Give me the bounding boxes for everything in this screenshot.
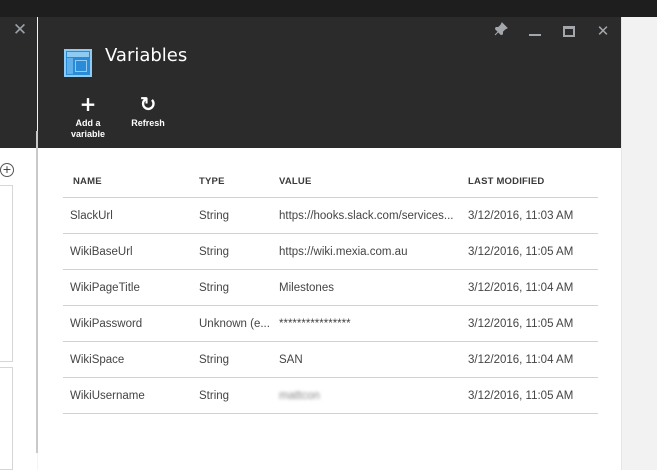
previous-blade-card <box>0 367 13 470</box>
variable-type: String <box>199 209 230 222</box>
variable-value: SAN <box>279 353 303 366</box>
add-variable-button[interactable]: + Add a variable <box>58 93 118 143</box>
refresh-button[interactable]: ↻ Refresh <box>118 93 178 143</box>
add-circle-icon[interactable]: + <box>0 163 14 177</box>
column-header-name[interactable]: NAME <box>63 176 199 187</box>
variable-last-modified: 3/12/2016, 11:04 AM <box>468 353 574 366</box>
right-margin-panel <box>621 17 657 470</box>
pin-icon[interactable] <box>491 22 511 40</box>
previous-blade-card <box>0 185 13 362</box>
refresh-label: Refresh <box>131 118 165 128</box>
table-row[interactable]: SlackUrl String https://hooks.slack.com/… <box>63 198 598 234</box>
blade-title: Variables <box>105 45 188 66</box>
variable-type: String <box>199 281 230 294</box>
close-icon[interactable]: ✕ <box>12 22 28 39</box>
table-row[interactable]: WikiBaseUrl String https://wiki.mexia.co… <box>63 234 598 270</box>
table-row[interactable]: WikiPassword Unknown (e... *************… <box>63 306 598 342</box>
variable-name: WikiPageTitle <box>70 281 140 294</box>
previous-blade-header: ✕ <box>0 17 37 148</box>
variable-type: Unknown (e... <box>199 317 270 330</box>
variables-icon <box>64 49 92 77</box>
variable-value: **************** <box>279 317 351 330</box>
variable-value: Milestones <box>279 281 334 294</box>
variable-last-modified: 3/12/2016, 11:05 AM <box>468 317 574 330</box>
variable-name: SlackUrl <box>70 209 113 222</box>
window-controls: ✕ <box>491 22 613 40</box>
column-header-type[interactable]: TYPE <box>199 176 279 187</box>
column-header-last-modified[interactable]: LAST MODIFIED <box>468 176 598 187</box>
table-header: NAME TYPE VALUE LAST MODIFIED <box>63 165 598 198</box>
command-bar: + Add a variable ↻ Refresh <box>38 93 178 143</box>
variable-last-modified: 3/12/2016, 11:05 AM <box>468 389 574 402</box>
variable-name: WikiSpace <box>70 353 125 366</box>
variable-name: WikiBaseUrl <box>70 245 133 258</box>
variable-name: WikiPassword <box>70 317 143 330</box>
previous-blade: ✕ + <box>0 17 37 470</box>
variables-table: NAME TYPE VALUE LAST MODIFIED SlackUrl S… <box>63 165 598 414</box>
variable-last-modified: 3/12/2016, 11:04 AM <box>468 281 574 294</box>
variable-value: https://wiki.mexia.com.au <box>279 245 408 258</box>
variable-type: String <box>199 353 230 366</box>
variable-value: mattcon <box>279 389 320 402</box>
variable-name: WikiUsername <box>70 389 145 402</box>
column-header-value[interactable]: VALUE <box>279 176 468 187</box>
variables-blade: ✕ Variables + Add a variable ↻ Refresh N… <box>38 17 621 470</box>
table-row[interactable]: WikiUsername String mattcon 3/12/2016, 1… <box>63 378 598 414</box>
variable-last-modified: 3/12/2016, 11:03 AM <box>468 209 574 222</box>
portal-top-bar <box>0 0 657 17</box>
variable-value: https://hooks.slack.com/services... <box>279 209 454 222</box>
maximize-icon[interactable] <box>559 22 579 40</box>
variable-type: String <box>199 389 230 402</box>
table-row[interactable]: WikiPageTitle String Milestones 3/12/201… <box>63 270 598 306</box>
plus-icon: + <box>79 92 97 116</box>
close-icon[interactable]: ✕ <box>593 22 613 40</box>
refresh-icon: ↻ <box>139 92 157 116</box>
variable-last-modified: 3/12/2016, 11:05 AM <box>468 245 574 258</box>
minimize-icon[interactable] <box>525 22 545 40</box>
add-variable-label: Add a variable <box>70 118 106 139</box>
table-row[interactable]: WikiSpace String SAN 3/12/2016, 11:04 AM <box>63 342 598 378</box>
blade-header: ✕ Variables + Add a variable ↻ Refresh <box>38 17 621 148</box>
variable-type: String <box>199 245 230 258</box>
